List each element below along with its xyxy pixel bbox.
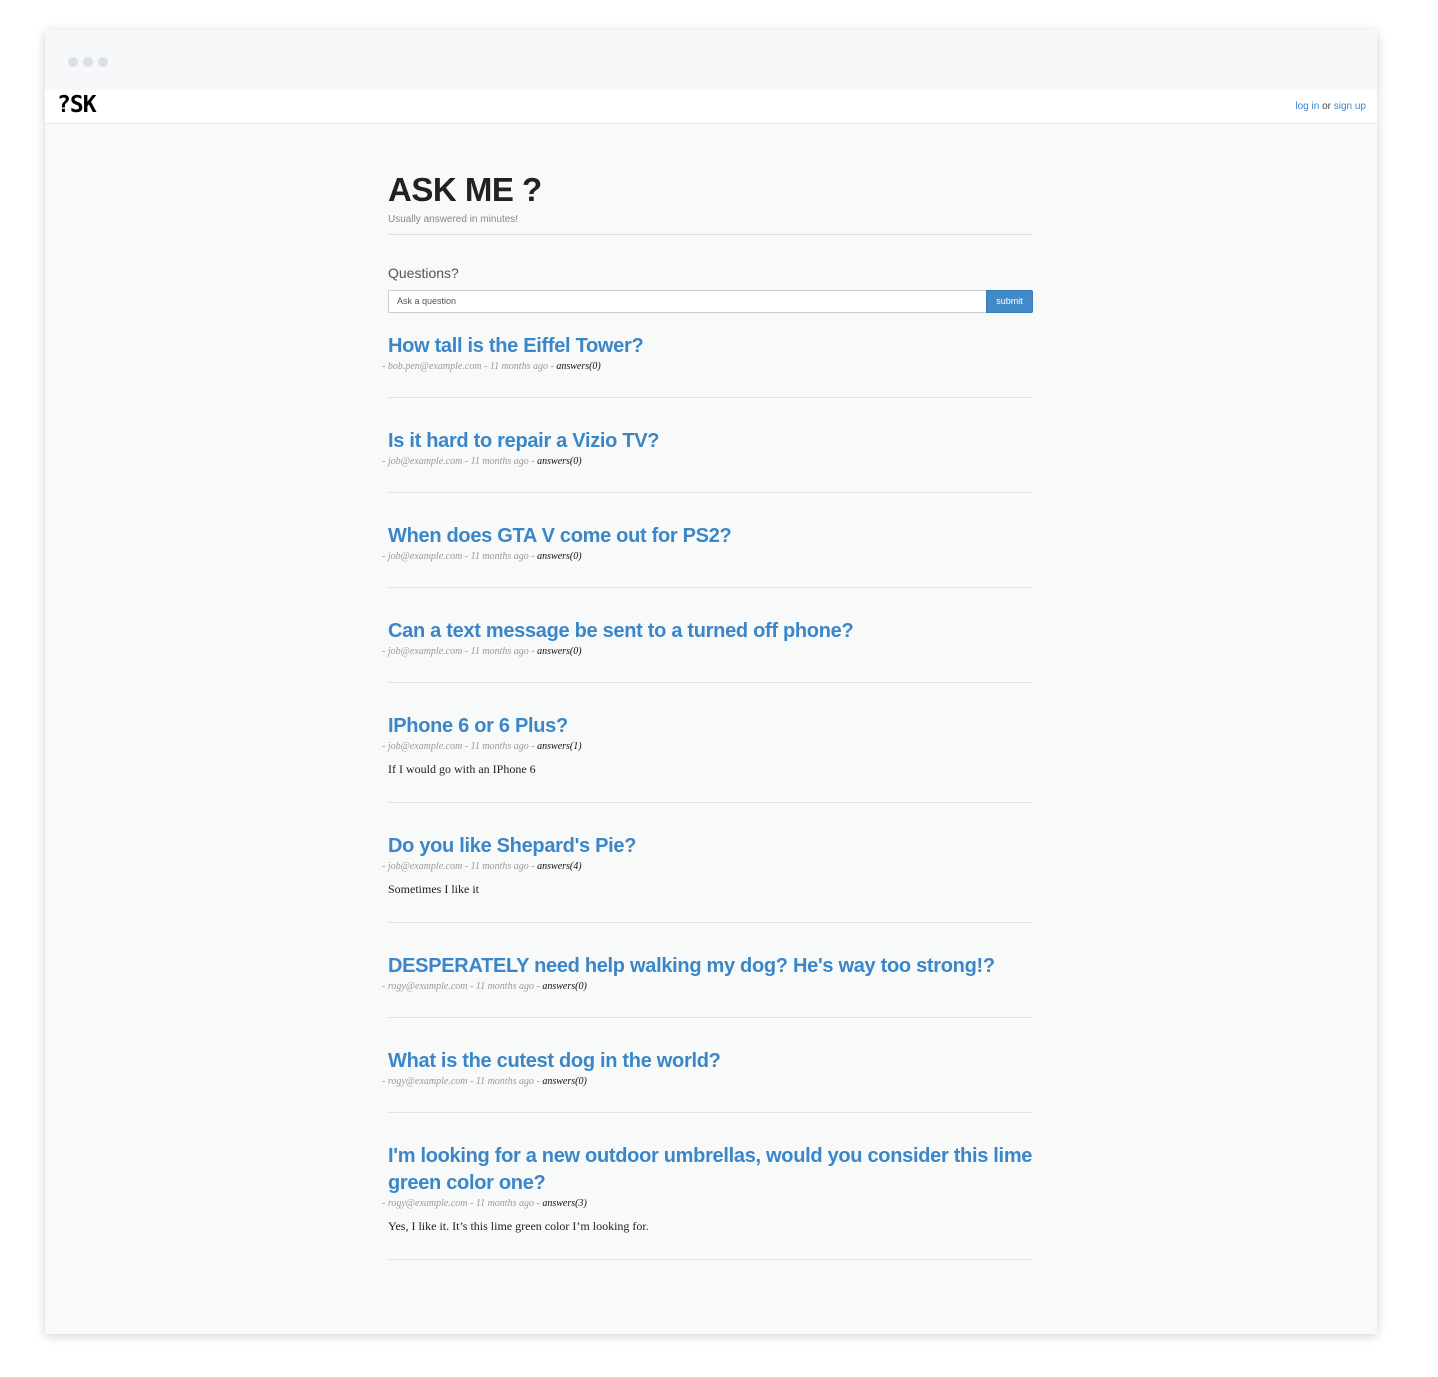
question-meta: - rogy@example.com - 11 months ago - ans… — [382, 1197, 587, 1209]
question-author: job@example.com — [387, 645, 463, 657]
question-author: job@example.com — [387, 860, 463, 872]
question-time: 11 months ago — [470, 550, 529, 562]
question-item: DESPERATELY need help walking my dog? He… — [382, 953, 1033, 1018]
question-answer-text: Sometimes I like it — [388, 881, 479, 896]
question-author: rogy@example.com — [387, 1075, 468, 1087]
question-item: Is it hard to repair a Vizio TV? - job@e… — [382, 428, 1033, 493]
question-item: When does GTA V come out for PS2? - job@… — [382, 523, 1033, 588]
question-title-link[interactable]: IPhone 6 or 6 Plus? — [388, 713, 1033, 740]
question-meta: - rogy@example.com - 11 months ago - ans… — [382, 980, 587, 992]
question-meta: - bob.pen@example.com - 11 months ago - … — [382, 360, 601, 372]
top-navbar: ?SK log in or sign up — [45, 90, 1377, 124]
question-meta: - job@example.com - 11 months ago - answ… — [382, 645, 582, 657]
question-answer-text: Yes, I like it. It’s this lime green col… — [388, 1218, 649, 1233]
close-window-dot[interactable] — [68, 57, 78, 67]
signup-link[interactable]: sign up — [1334, 101, 1366, 112]
question-time: 11 months ago — [475, 1197, 534, 1209]
question-time: 11 months ago — [470, 860, 529, 872]
question-title-link[interactable]: How tall is the Eiffel Tower? — [388, 333, 1033, 360]
question-answers-link[interactable]: answers(4) — [537, 861, 581, 872]
window-titlebar — [45, 30, 1377, 90]
question-author: rogy@example.com — [387, 1197, 468, 1209]
question-answers-link[interactable]: answers(0) — [537, 646, 581, 657]
login-link[interactable]: log in — [1295, 101, 1319, 112]
question-time: 11 months ago — [470, 455, 529, 467]
question-time: 11 months ago — [489, 360, 548, 372]
question-author: rogy@example.com — [387, 980, 468, 992]
main-content: ASK ME ? Usually answered in minutes! Qu… — [382, 170, 1033, 1290]
question-list: How tall is the Eiffel Tower? - bob.pen@… — [382, 333, 1033, 1260]
question-item: IPhone 6 or 6 Plus? - job@example.com - … — [382, 713, 1033, 803]
question-title-link[interactable]: Is it hard to repair a Vizio TV? — [388, 428, 1033, 455]
page-tagline: Usually answered in minutes! — [388, 214, 1033, 235]
question-time: 11 months ago — [475, 1075, 534, 1087]
question-answers-link[interactable]: answers(0) — [537, 551, 581, 562]
question-answers-link[interactable]: answers(3) — [542, 1198, 586, 1209]
question-meta: - job@example.com - 11 months ago - answ… — [382, 860, 582, 872]
question-item: Can a text message be sent to a turned o… — [382, 618, 1033, 683]
question-author: job@example.com — [387, 550, 463, 562]
minimize-window-dot[interactable] — [83, 57, 93, 67]
question-meta: - job@example.com - 11 months ago - answ… — [382, 550, 582, 562]
question-meta: - rogy@example.com - 11 months ago - ans… — [382, 1075, 587, 1087]
page-title: ASK ME ? — [388, 171, 542, 208]
question-time: 11 months ago — [470, 645, 529, 657]
question-item: How tall is the Eiffel Tower? - bob.pen@… — [382, 333, 1033, 398]
submit-button[interactable]: submit — [986, 289, 1033, 313]
auth-links: log in or sign up — [1295, 101, 1366, 112]
ask-question-form: submit — [388, 289, 1033, 313]
question-answers-link[interactable]: answers(0) — [542, 981, 586, 992]
question-author: bob.pen@example.com — [387, 360, 482, 372]
window-controls — [68, 57, 108, 67]
question-title-link[interactable]: Do you like Shepard's Pie? — [388, 833, 1033, 860]
question-answers-link[interactable]: answers(1) — [537, 741, 581, 752]
questions-section-label: Questions? — [388, 264, 459, 281]
auth-separator: or — [1322, 101, 1331, 112]
site-logo[interactable]: ?SK — [57, 92, 97, 118]
question-item: What is the cutest dog in the world? - r… — [382, 1048, 1033, 1113]
question-author: job@example.com — [387, 455, 463, 467]
question-title-link[interactable]: When does GTA V come out for PS2? — [388, 523, 1033, 550]
maximize-window-dot[interactable] — [98, 57, 108, 67]
question-meta: - job@example.com - 11 months ago - answ… — [382, 455, 582, 467]
question-author: job@example.com — [387, 740, 463, 752]
question-title-link[interactable]: I'm looking for a new outdoor umbrellas,… — [388, 1143, 1033, 1197]
question-time: 11 months ago — [475, 980, 534, 992]
question-time: 11 months ago — [470, 740, 529, 752]
question-title-link[interactable]: What is the cutest dog in the world? — [388, 1048, 1033, 1075]
question-title-link[interactable]: DESPERATELY need help walking my dog? He… — [388, 953, 1033, 980]
question-answers-link[interactable]: answers(0) — [556, 361, 600, 372]
question-answer-text: If I would go with an IPhone 6 — [388, 761, 536, 776]
question-answers-link[interactable]: answers(0) — [542, 1076, 586, 1087]
question-answers-link[interactable]: answers(0) — [537, 456, 581, 467]
question-item: I'm looking for a new outdoor umbrellas,… — [382, 1143, 1033, 1260]
browser-window: ?SK log in or sign up ASK ME ? Usually a… — [45, 30, 1377, 1334]
question-meta: - job@example.com - 11 months ago - answ… — [382, 740, 582, 752]
question-item: Do you like Shepard's Pie? - job@example… — [382, 833, 1033, 923]
question-title-link[interactable]: Can a text message be sent to a turned o… — [388, 618, 1033, 645]
ask-question-input[interactable] — [388, 289, 986, 313]
